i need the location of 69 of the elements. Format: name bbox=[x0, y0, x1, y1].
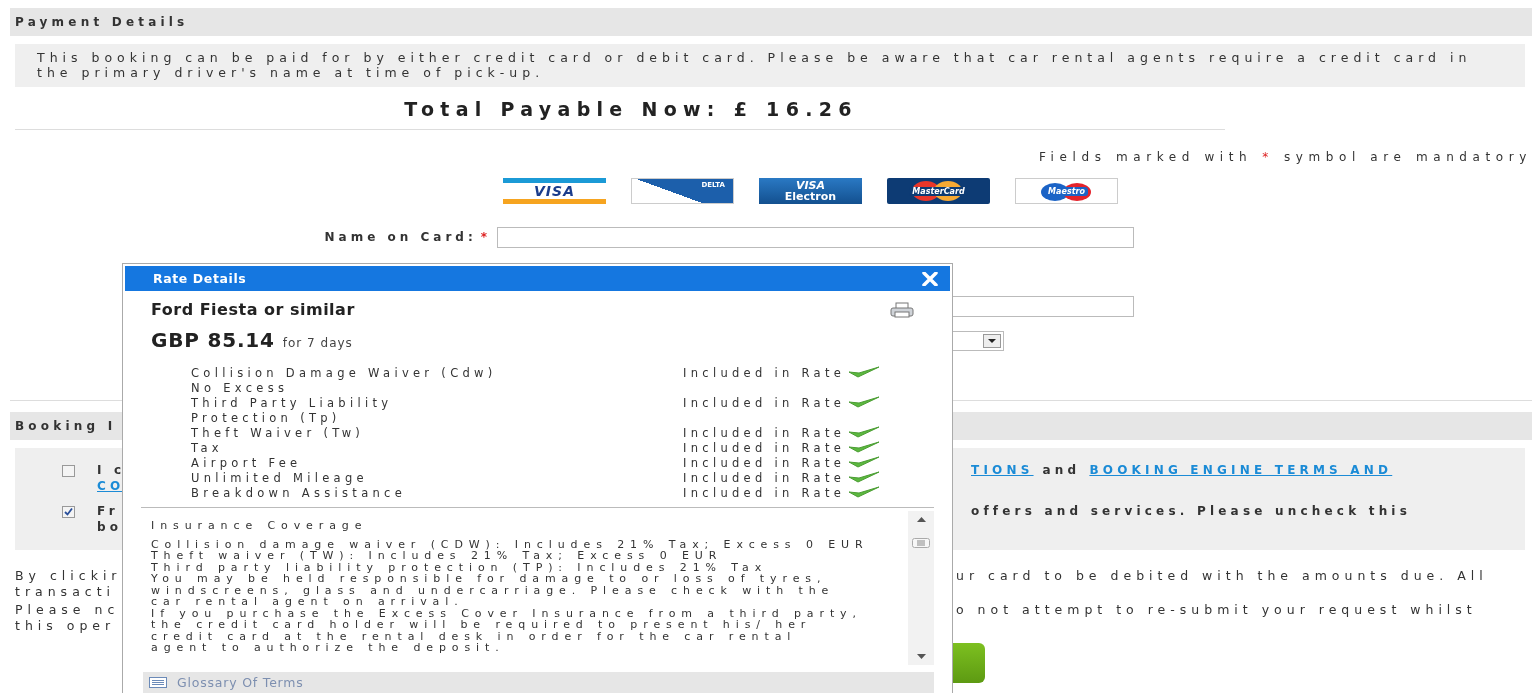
car-name: Ford Fiesta or similar bbox=[151, 300, 355, 320]
note-text: ur card to be debited with the amounts due. All bbox=[956, 568, 1488, 584]
consent-text: bo bbox=[97, 519, 123, 535]
rate-item-name: Third Party Liability bbox=[191, 395, 393, 411]
coverage-text: Theft waiver (TW): Includes 21% Tax; Excess 0 EUR bbox=[151, 550, 723, 562]
rate-item-name: Collision Damage Waiver (Cdw) bbox=[191, 365, 497, 381]
payment-notice: This booking can be paid for by either credit card or debit card. Please be aware that car rental agents require a credit card in the primary driver's name at time of pick-up. bbox=[37, 50, 1472, 80]
coverage-text: If you purchase the Excess Cover Insurance from a third party, bbox=[151, 607, 862, 620]
terms-link[interactable]: CO bbox=[97, 478, 125, 494]
rental-duration: for 7 days bbox=[282, 335, 353, 350]
consent-text: I c bbox=[97, 462, 126, 478]
required-asterisk: * bbox=[1262, 150, 1274, 165]
card-logo: VISA Electron bbox=[759, 178, 862, 204]
note-text: By clickir bbox=[15, 568, 122, 584]
coverage-text: agent to authorize the deposit. bbox=[151, 642, 505, 654]
coverage-text: the credit card holder will be required to present his/ her bbox=[151, 619, 812, 631]
terms-link[interactable]: BOOKING ENGINE TERMS AND bbox=[1089, 462, 1393, 478]
rate-status: Included in Rate bbox=[683, 395, 846, 411]
rate-item-name: Airport Fee bbox=[191, 455, 302, 471]
close-icon[interactable] bbox=[922, 271, 938, 286]
rate-item-name: No Excess bbox=[191, 380, 289, 396]
total-payable: Total Payable Now: £ 16.26 bbox=[403, 98, 858, 120]
mandatory-note: Fields marked with bbox=[1038, 150, 1253, 165]
rate-status: Included in Rate bbox=[683, 425, 846, 441]
card-logo: Maestro bbox=[1015, 178, 1118, 204]
list-icon bbox=[149, 677, 167, 689]
terms-link[interactable]: TIONS bbox=[971, 462, 1034, 478]
section-title: Payment Details bbox=[15, 15, 189, 29]
consent-text: offers and services. Please uncheck this bbox=[971, 503, 1412, 519]
note-text: o not attempt to re-submit your request whilst bbox=[956, 602, 1477, 618]
section-title: Booking I bbox=[15, 419, 117, 433]
name-on-card-field[interactable] bbox=[497, 226, 1134, 248]
glossary-link[interactable]: Glossary Of Terms bbox=[177, 675, 304, 691]
card-logo: VISA bbox=[503, 178, 606, 204]
coverage-text: credit card at the rental desk in order for the car rental bbox=[151, 630, 797, 643]
coverage-text: Collision damage waiver (CDW): Includes 21% Tax; Excess 0 EUR bbox=[151, 538, 869, 551]
rate-status: Included in Rate bbox=[683, 365, 846, 381]
coverage-text: You may be held responsible for damage to or loss of tyres, bbox=[151, 573, 827, 585]
rate-item-name: Tax bbox=[191, 440, 223, 456]
printer-icon[interactable] bbox=[890, 301, 914, 318]
coverage-text: Third party liability protection (TP): Includes 21% Tax bbox=[151, 561, 768, 574]
rate-status: Included in Rate bbox=[683, 470, 846, 486]
note-text: this oper bbox=[15, 618, 116, 634]
consent-text: and bbox=[1042, 462, 1081, 478]
checkbox[interactable] bbox=[62, 506, 75, 518]
card-logo: MasterCard bbox=[887, 178, 990, 204]
note-text: Please nc bbox=[15, 602, 120, 618]
scroll-thumb[interactable] bbox=[912, 538, 930, 548]
rate-item-name: Theft Waiver (Tw) bbox=[191, 425, 365, 441]
scrollbar[interactable] bbox=[908, 510, 934, 666]
coverage-heading: Insurance Coverage bbox=[151, 518, 368, 532]
rate-status: Included in Rate bbox=[683, 440, 846, 456]
coverage-text: windscreens, glass and undercarriage. Please check with the bbox=[151, 584, 835, 597]
rental-price: GBP 85.14 bbox=[151, 327, 275, 352]
consent-text: Fr bbox=[97, 503, 119, 519]
rate-item-name: Breakdown Assistance bbox=[191, 485, 407, 501]
note-text: transacti bbox=[15, 584, 116, 600]
coverage-text: car rental agent on arrival. bbox=[151, 596, 464, 608]
rate-item-name: Protection (Tp) bbox=[191, 410, 341, 426]
scroll-up-icon[interactable] bbox=[916, 516, 926, 522]
rate-status: Included in Rate bbox=[683, 485, 846, 501]
rate-status: Included in Rate bbox=[683, 455, 846, 471]
required-asterisk: * bbox=[480, 230, 491, 244]
field-label: Name on Card: bbox=[324, 230, 477, 244]
dialog-title: Rate Details bbox=[153, 271, 247, 286]
rate-item-name: Unlimited Mileage bbox=[191, 470, 368, 486]
scroll-down-icon[interactable] bbox=[916, 654, 926, 660]
checkbox[interactable] bbox=[62, 465, 75, 477]
mandatory-note: symbol are mandatory bbox=[1283, 150, 1532, 165]
